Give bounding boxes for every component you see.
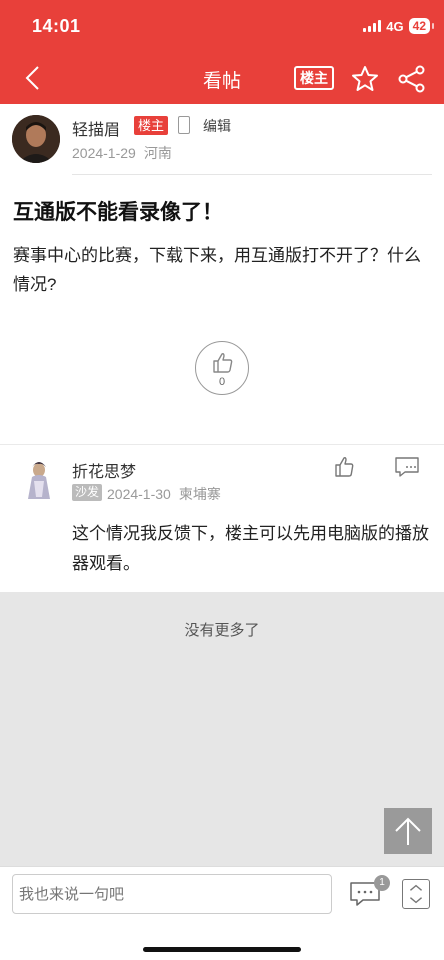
author-name[interactable]: 轻描眉	[72, 116, 120, 140]
phone-icon	[178, 116, 190, 134]
reply-avatar[interactable]	[20, 457, 58, 499]
network-label: 4G	[386, 18, 404, 34]
battery-icon: 42	[408, 18, 435, 34]
like-count: 0	[218, 376, 226, 388]
no-more-label: 没有更多了	[184, 622, 260, 639]
signal-icon	[363, 20, 382, 32]
star-icon[interactable]	[350, 64, 380, 94]
arrow-up-icon	[395, 817, 421, 845]
post-date: 2024-1-29	[72, 145, 136, 161]
back-to-top-button[interactable]	[384, 808, 432, 854]
top-header: 14:01 4G 42 看帖 楼主	[0, 0, 444, 104]
sofa-badge: 沙发	[72, 484, 103, 501]
reply-meta: 2024-1-30 柬埔寨	[107, 484, 221, 504]
divider	[72, 174, 432, 175]
bottom-bar: 1	[0, 866, 444, 960]
comment-icon[interactable]	[394, 456, 420, 478]
thumbs-up-icon[interactable]	[334, 456, 356, 478]
scroll-up-down-icon[interactable]	[402, 879, 430, 909]
main-post: 轻描眉 楼主 编辑 2024-1-29 河南 互通版不能看录像了！ 赛事中心的比赛…	[0, 104, 444, 444]
share-icon[interactable]	[397, 64, 427, 94]
comment-count-badge: 1	[374, 875, 390, 891]
status-time: 14:01	[32, 16, 81, 36]
reply-item: 折花思梦 沙发 2024-1-30 柬埔寨 这个情况我反馈下，楼主可以先用电脑版的…	[0, 444, 444, 592]
comment-input[interactable]	[12, 874, 332, 914]
owner-badge: 楼主	[134, 116, 169, 135]
post-location: 河南	[143, 145, 172, 161]
reply-author[interactable]: 折花思梦	[72, 458, 136, 482]
author-avatar[interactable]	[12, 115, 60, 163]
home-indicator	[143, 947, 301, 952]
owner-only-button[interactable]: 楼主	[294, 66, 334, 90]
reply-location: 柬埔寨	[178, 486, 221, 502]
thumbs-up-icon	[213, 353, 233, 373]
reply-date: 2024-1-30	[107, 486, 171, 502]
edit-link[interactable]: 编辑	[203, 116, 231, 136]
status-indicators: 4G 42	[363, 18, 435, 34]
like-button[interactable]: 0	[195, 341, 249, 395]
post-body: 赛事中心的比赛，下载下来，用互通版打不开了？什么情况?	[13, 246, 421, 294]
post-title: 互通版不能看录像了！	[13, 201, 223, 224]
post-meta: 2024-1-29 河南	[72, 143, 172, 163]
reply-body: 这个情况我反馈下，楼主可以先用电脑版的播放器观看。	[72, 524, 429, 573]
